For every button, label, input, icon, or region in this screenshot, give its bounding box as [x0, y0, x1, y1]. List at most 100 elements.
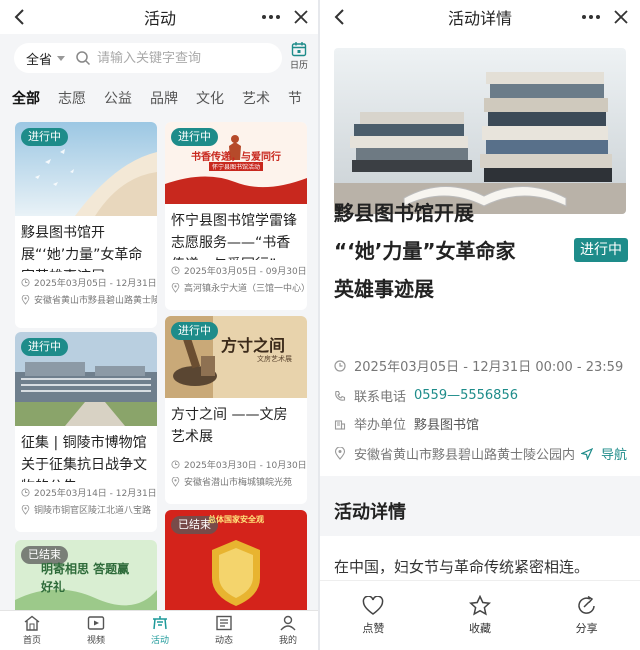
tab-culture[interactable]: 文化	[196, 88, 224, 108]
chevron-left-icon	[14, 9, 24, 25]
list-header: 活动	[0, 0, 320, 34]
event-organizer: 举办单位 黟县图书馆	[334, 414, 479, 433]
category-tabs: 全部 志愿 公益 品牌 文化 艺术 节	[0, 82, 320, 114]
location-pin-icon	[171, 476, 180, 487]
activity-card[interactable]: 进行中 书香传递，与爱同行 怀宁县图书馆活动 怀宁县图书馆学雷锋志愿服务——“书…	[165, 122, 307, 310]
status-tag: 进行中	[574, 238, 628, 262]
close-button[interactable]	[610, 6, 632, 28]
navigate-label: 导航	[601, 448, 628, 463]
close-button[interactable]	[290, 6, 312, 28]
event-time-text: 2025年03月05日 - 12月31日 00:00 - 23:59	[354, 360, 624, 375]
more-button[interactable]	[578, 6, 604, 28]
card-image-quiz: 已结束 明寄相思 答题赢好礼	[15, 540, 157, 620]
nav-label: 首页	[22, 636, 41, 646]
navigation-arrow-icon	[581, 447, 594, 460]
back-button[interactable]	[8, 6, 30, 28]
share-icon	[577, 595, 595, 614]
card-date-text: 2025年03月30日 - 10月30日	[184, 461, 307, 471]
organizer-name: 黟县图书馆	[414, 418, 480, 433]
nav-activity[interactable]: 活动	[128, 611, 192, 650]
back-button[interactable]	[328, 6, 350, 28]
search-box: 全省	[14, 43, 282, 73]
banner-subtitle: 文房艺术展	[257, 355, 292, 363]
building-icon	[334, 419, 346, 430]
page-title: 活动	[143, 9, 176, 28]
region-label: 全省	[26, 52, 53, 68]
nav-label: 视频	[86, 636, 105, 646]
navigate-button[interactable]: 导航	[581, 444, 627, 463]
star-icon	[469, 595, 491, 616]
nav-home[interactable]: 首页	[0, 611, 64, 650]
activity-card[interactable]: 已结束 明寄相思 答题赢好礼	[15, 540, 157, 620]
card-date-text: 2025年03月05日 - 12月31日 00:00 - 23:59	[34, 279, 157, 289]
activity-card[interactable]: 进行中 黟县图书馆开展“‘她’力量”女革命家英雄事迹展 2025年03月05日 …	[15, 122, 157, 328]
more-button[interactable]	[258, 6, 284, 28]
card-date-text: 2025年03月14日 - 12月31日	[34, 489, 157, 499]
tab-volunteer[interactable]: 志愿	[58, 88, 86, 108]
tab-charity[interactable]: 公益	[104, 88, 132, 108]
caret-down-icon	[57, 55, 66, 61]
region-select[interactable]: 全省	[26, 49, 66, 68]
page-title: 活动详情	[447, 9, 512, 28]
card-image-stationery: 进行中 方寸之间 文房艺术展	[165, 316, 307, 398]
phone-label: 联系电话	[354, 390, 407, 405]
activity-detail-screen: 活动详情 黟县图书馆开展 “‘她’力量”女革命家 英雄事迹展 进行中 2025年…	[320, 0, 640, 650]
more-dots-icon	[582, 15, 600, 19]
event-address: 安徽省黄山市黟县碧山路黄士陵公园内 导航	[334, 444, 627, 463]
tab-all[interactable]: 全部	[12, 88, 40, 108]
body-text: 在中国，妇女节与革命传统紧密相连。	[334, 558, 590, 576]
heart-icon	[363, 595, 384, 615]
card-location: 安徽省黄山市黟县碧山路黄士陵公园内	[15, 289, 157, 306]
banner-text: 总体国家安全观	[208, 515, 264, 524]
banner-text: 方寸之间	[221, 336, 286, 355]
nav-video[interactable]: 视频	[64, 611, 128, 650]
event-time: 2025年03月05日 - 12月31日 00:00 - 23:59	[334, 356, 623, 375]
card-date: 2025年03月14日 - 12月31日	[15, 482, 157, 499]
nav-label: 动态	[214, 636, 233, 646]
clock-icon	[171, 266, 180, 275]
card-location-text: 安徽省黄山市黟县碧山路黄士陵公园内	[34, 296, 157, 306]
banner-subtitle: 怀宁县图书馆活动	[209, 162, 263, 171]
favorite-button[interactable]: 收藏	[427, 581, 534, 650]
card-date-text: 2025年03月05日 - 09月30日	[184, 267, 307, 277]
chevron-left-icon	[334, 9, 344, 25]
activity-card[interactable]: 进行中 方寸之间 文房艺术展 方寸之间 ——文房艺术展 2025年03月30日 …	[165, 316, 307, 504]
share-button[interactable]: 分享	[533, 581, 640, 650]
nav-profile[interactable]: 我的	[256, 611, 320, 650]
tab-festival[interactable]: 节	[288, 88, 302, 108]
event-phone: 联系电话 0559—5556856	[334, 386, 518, 405]
phone-icon	[335, 390, 346, 401]
bottom-nav: 首页 视频 活动 动态 我的	[0, 610, 320, 650]
banner-text: 明寄相思 答题赢好礼	[41, 562, 130, 594]
event-title-line: 英雄事迹展	[334, 277, 434, 301]
like-label: 点赞	[362, 621, 385, 635]
search-input[interactable]	[97, 50, 268, 66]
phone-number-link[interactable]: 0559—5556856	[414, 388, 518, 403]
activity-card[interactable]: 进行中 征集 | 铜陵市博物馆关于征集抗日战争文物的公告 2025年03月14日…	[15, 332, 157, 532]
card-location-text: 高河镇永宁大道（三馆一中心）	[184, 284, 307, 294]
calendar-label: 日历	[289, 61, 308, 71]
search-row: 全省 日历	[0, 34, 320, 80]
activity-list-screen: 活动 全省 日历 全部 志愿 公益 品牌 文化 艺术 节	[0, 0, 320, 650]
close-icon	[294, 10, 308, 24]
organizer-label: 举办单位	[354, 418, 407, 433]
card-title: 方寸之间 ——文房艺术展	[171, 407, 288, 445]
home-icon	[24, 615, 40, 631]
tab-brand[interactable]: 品牌	[150, 88, 178, 108]
video-icon	[87, 616, 105, 630]
activity-card[interactable]: 已结束 总体国家安全观	[165, 510, 307, 620]
status-badge: 进行中	[21, 128, 68, 146]
like-button[interactable]: 点赞	[320, 581, 427, 650]
calendar-button[interactable]: 日历	[286, 41, 312, 71]
clock-icon	[21, 488, 30, 497]
card-location-text: 铜陵市铜官区陵江北道八宝路	[34, 506, 152, 516]
nav-label: 我的	[278, 636, 297, 646]
clock-icon	[334, 359, 346, 372]
section-title: 活动详情	[334, 502, 406, 523]
activity-icon	[153, 616, 167, 630]
close-icon	[614, 10, 628, 24]
nav-news[interactable]: 动态	[192, 611, 256, 650]
profile-icon	[280, 615, 296, 631]
search-icon	[76, 51, 91, 66]
tab-art[interactable]: 艺术	[242, 88, 270, 108]
